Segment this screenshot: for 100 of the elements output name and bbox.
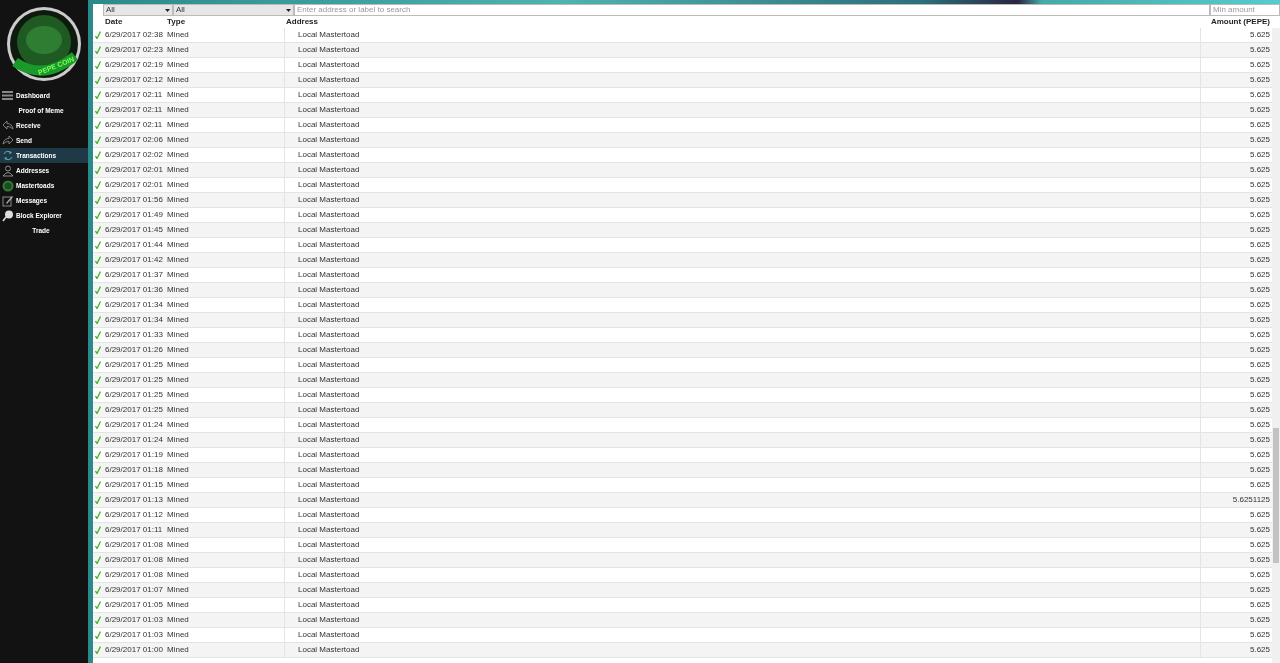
table-cell-text: Mined — [166, 254, 190, 266]
table-cell: Local Mastertoad — [284, 568, 1200, 582]
table-cell: Local Mastertoad — [284, 193, 1200, 207]
table-cell: Local Mastertoad — [284, 238, 1200, 252]
table-cell-text: 6/29/2017 01:03 — [104, 614, 164, 626]
table-cell-text: Mined — [166, 299, 190, 311]
menu-icon — [2, 89, 14, 102]
column-header[interactable]: Date — [103, 16, 165, 28]
table-cell-text: Mined — [166, 584, 190, 596]
table-cell-text: Mined — [166, 149, 190, 161]
table-cell-text: Mined — [166, 194, 190, 206]
table-cell-text: 6/29/2017 02:11 — [104, 104, 164, 116]
table-cell-text: 6/29/2017 02:19 — [104, 59, 164, 71]
table-cell-text: Mined — [166, 419, 190, 431]
table-cell-text: Mined — [166, 629, 190, 641]
table-cell-text: 6/29/2017 02:38 — [104, 29, 164, 41]
table-cell: Local Mastertoad — [284, 208, 1200, 222]
table-cell-text: 6/29/2017 02:23 — [104, 44, 164, 56]
amount-field[interactable]: Min amount — [1210, 4, 1280, 16]
table-cell-text: 6/29/2017 02:12 — [104, 74, 164, 86]
back-arrow-icon — [2, 119, 14, 132]
table-cell: Local Mastertoad — [284, 583, 1200, 597]
table-cell: Local Mastertoad — [284, 403, 1200, 417]
table-cell-text: 6/29/2017 01:42 — [104, 254, 164, 266]
table-cell-text: 6/29/2017 01:34 — [104, 314, 164, 326]
table-cell-text: Mined — [166, 269, 190, 281]
table-cell: Local Mastertoad — [284, 538, 1200, 552]
magnifier-icon — [2, 209, 14, 222]
table-cell: Local Mastertoad — [284, 328, 1200, 342]
table-cell: Local Mastertoad — [284, 223, 1200, 237]
table-cell-text: Mined — [166, 479, 190, 491]
table-cell: Local Mastertoad — [284, 343, 1200, 357]
table-cell-text: Mined — [166, 404, 190, 416]
table-cell: Local Mastertoad — [284, 508, 1200, 522]
table-cell-text: Mined — [166, 224, 190, 236]
refresh-icon — [2, 149, 14, 162]
column-header[interactable]: Address — [284, 16, 1200, 28]
caret-icon — [165, 8, 170, 12]
table-cell-text: 6/29/2017 01:44 — [104, 239, 164, 251]
table-cell: Local Mastertoad — [284, 598, 1200, 612]
table-cell: Local Mastertoad — [284, 178, 1200, 192]
disc-icon — [2, 179, 14, 192]
table-cell-text: Mined — [166, 119, 190, 131]
table-cell-text: 6/29/2017 01:13 — [104, 494, 164, 506]
table-cell: Local Mastertoad — [284, 358, 1200, 372]
column-header[interactable]: Type — [165, 16, 284, 28]
table-cell-text: Mined — [166, 89, 190, 101]
table-cell-text: 6/29/2017 01:05 — [104, 599, 164, 611]
table-cell-text: 6/29/2017 01:12 — [104, 509, 164, 521]
table-cell: Local Mastertoad — [284, 388, 1200, 402]
person-icon — [2, 164, 14, 177]
dropdown[interactable]: All — [103, 4, 173, 16]
table-cell: Local Mastertoad — [284, 553, 1200, 567]
column-header[interactable]: Amount (PEPE) — [1200, 16, 1272, 28]
table-cell: Local Mastertoad — [284, 163, 1200, 177]
table-cell-text: 6/29/2017 01:36 — [104, 284, 164, 296]
table-cell-text: Mined — [166, 239, 190, 251]
table-cell-text: 6/29/2017 02:11 — [104, 89, 164, 101]
table-cell: Local Mastertoad — [284, 463, 1200, 477]
pencil-note-icon — [2, 194, 14, 207]
table-cell-text: Mined — [166, 59, 190, 71]
table-cell-text: 6/29/2017 01:11 — [104, 524, 164, 536]
table-cell: Local Mastertoad — [284, 298, 1200, 312]
table-cell: Local Mastertoad — [284, 418, 1200, 432]
table-cell-text: 6/29/2017 01:25 — [104, 389, 164, 401]
dropdown[interactable]: All — [173, 4, 294, 16]
table-cell-text: Mined — [166, 314, 190, 326]
table-cell-text: 6/29/2017 02:01 — [104, 164, 164, 176]
table-cell-text: 6/29/2017 01:08 — [104, 539, 164, 551]
table-cell-text: 6/29/2017 01:08 — [104, 554, 164, 566]
table-cell: Local Mastertoad — [284, 88, 1200, 102]
table-cell-text: 6/29/2017 01:15 — [104, 479, 164, 491]
table-cell-text: 6/29/2017 01:34 — [104, 299, 164, 311]
table-cell-text: Mined — [166, 344, 190, 356]
table-cell-text: Mined — [166, 359, 190, 371]
table-cell: Local Mastertoad — [284, 253, 1200, 267]
search-field[interactable]: Enter address or label to search — [294, 4, 1210, 16]
table-cell: Local Mastertoad — [284, 433, 1200, 447]
table-cell-text: 6/29/2017 01:25 — [104, 374, 164, 386]
scrollbar[interactable] — [1272, 28, 1280, 663]
table-cell-text: Mined — [166, 539, 190, 551]
table-cell-text: Mined — [166, 434, 190, 446]
table-cell: Local Mastertoad — [284, 643, 1200, 657]
table-cell-text: 6/29/2017 01:24 — [104, 434, 164, 446]
table-cell-text: 6/29/2017 01:00 — [104, 644, 164, 656]
table-cell-text: 6/29/2017 01:19 — [104, 449, 164, 461]
table-cell: Local Mastertoad — [284, 268, 1200, 282]
table-cell: Local Mastertoad — [284, 28, 1200, 42]
table-cell: Local Mastertoad — [284, 103, 1200, 117]
table-cell: Local Mastertoad — [284, 133, 1200, 147]
table-cell: Local Mastertoad — [284, 493, 1200, 507]
table-cell-text: 6/29/2017 02:11 — [104, 119, 164, 131]
table-cell-text: Mined — [166, 464, 190, 476]
table-cell: Local Mastertoad — [284, 313, 1200, 327]
table-cell-text: Mined — [166, 494, 190, 506]
table-cell-text: 6/29/2017 01:18 — [104, 464, 164, 476]
table-cell-text: Mined — [166, 164, 190, 176]
table-cell-text: Mined — [166, 554, 190, 566]
table-cell-text: 6/29/2017 01:24 — [104, 419, 164, 431]
table-cell-text: Mined — [166, 74, 190, 86]
